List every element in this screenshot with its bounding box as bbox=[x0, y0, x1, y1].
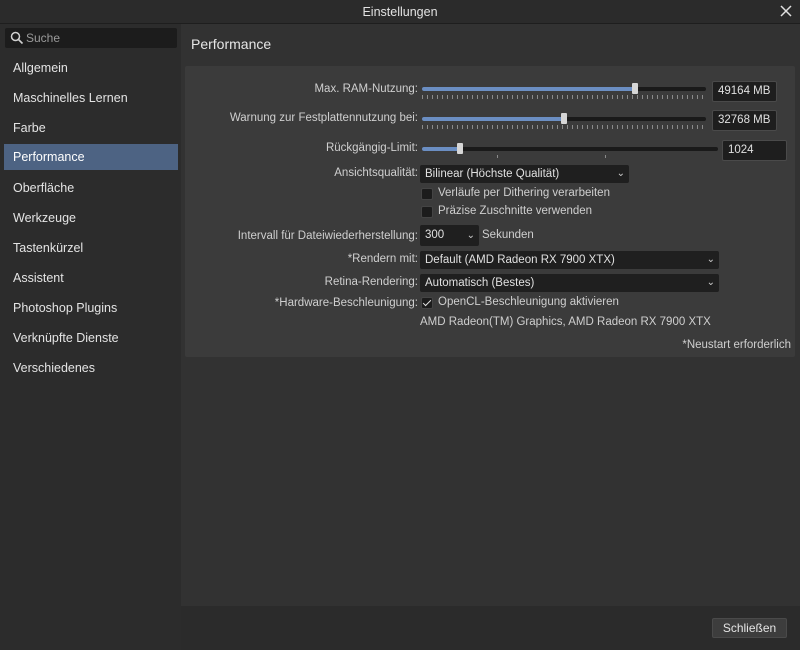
sidebar-item-maschinelles-lernen[interactable]: Maschinelles Lernen bbox=[4, 85, 178, 111]
slider-tick bbox=[605, 155, 606, 158]
search-box[interactable] bbox=[5, 28, 177, 48]
footer: Schließen bbox=[181, 606, 800, 650]
sidebar-item-photoshop-plugins[interactable]: Photoshop Plugins bbox=[4, 295, 178, 321]
close-icon[interactable] bbox=[778, 3, 794, 19]
sidebar-item-verschiedenes[interactable]: Verschiedenes bbox=[4, 355, 178, 381]
close-button[interactable]: Schließen bbox=[712, 618, 787, 638]
disk-warning-label: Warnung zur Festplattennutzung bei: bbox=[229, 112, 418, 124]
opencl-label: OpenCL-Beschleunigung aktivieren bbox=[438, 296, 619, 308]
chevron-down-icon: ⌄ bbox=[706, 277, 715, 288]
gpu-devices-text: AMD Radeon(TM) Graphics, AMD Radeon RX 7… bbox=[420, 316, 711, 328]
retina-label: Retina-Rendering: bbox=[324, 276, 418, 288]
slider-tick bbox=[497, 155, 498, 158]
recovery-interval-dropdown[interactable]: 300 ⌄ bbox=[420, 225, 479, 246]
sidebar-item-werkzeuge[interactable]: Werkzeuge bbox=[4, 205, 178, 231]
sidebar-item-assistent[interactable]: Assistent bbox=[4, 265, 178, 291]
restart-note: *Neustart erforderlich bbox=[682, 339, 791, 351]
search-icon bbox=[10, 31, 24, 45]
sidebar-item-performance[interactable]: Performance bbox=[4, 144, 178, 170]
render-with-label: *Rendern mit: bbox=[347, 253, 418, 265]
view-quality-dropdown[interactable]: Bilinear (Höchste Qualität) ⌄ bbox=[420, 165, 629, 183]
slider-knob[interactable] bbox=[632, 83, 638, 94]
precise-clip-checkbox[interactable] bbox=[421, 206, 433, 218]
ram-label: Max. RAM-Nutzung: bbox=[314, 83, 418, 95]
slider-ticks bbox=[422, 125, 706, 129]
dithering-checkbox[interactable] bbox=[421, 188, 433, 200]
opencl-checkbox[interactable] bbox=[421, 297, 433, 309]
slider-fill bbox=[422, 117, 564, 121]
chevron-down-icon: ⌄ bbox=[466, 230, 475, 241]
recovery-interval-unit: Sekunden bbox=[482, 229, 534, 241]
main-content: Performance Max. RAM-Nutzung: 49164 MB W… bbox=[181, 24, 800, 606]
retina-value: Automatisch (Bestes) bbox=[425, 277, 535, 289]
settings-panel: Max. RAM-Nutzung: 49164 MB Warnung zur F… bbox=[185, 66, 795, 357]
disk-warning-value[interactable]: 32768 MB bbox=[712, 110, 777, 131]
slider-ticks bbox=[422, 95, 706, 99]
dithering-label: Verläufe per Dithering verarbeiten bbox=[438, 187, 610, 199]
view-quality-value: Bilinear (Höchste Qualität) bbox=[425, 168, 560, 180]
sidebar-item-verknuepfte-dienste[interactable]: Verknüpfte Dienste bbox=[4, 325, 178, 351]
slider-knob[interactable] bbox=[561, 113, 567, 124]
sidebar-item-oberflaeche[interactable]: Oberfläche bbox=[4, 175, 178, 201]
search-input[interactable] bbox=[26, 30, 171, 46]
sidebar: Allgemein Maschinelles Lernen Farbe Perf… bbox=[0, 24, 181, 650]
slider-track bbox=[422, 147, 718, 151]
sidebar-item-tastenkuerzel[interactable]: Tastenkürzel bbox=[4, 235, 178, 261]
slider-fill bbox=[422, 87, 635, 91]
recovery-interval-value: 300 bbox=[425, 229, 445, 241]
ram-slider[interactable] bbox=[422, 82, 706, 99]
sidebar-item-farbe[interactable]: Farbe bbox=[4, 115, 178, 141]
chevron-down-icon: ⌄ bbox=[706, 254, 715, 265]
render-with-value: Default (AMD Radeon RX 7900 XTX) bbox=[425, 254, 615, 266]
hw-accel-label: *Hardware-Beschleunigung: bbox=[274, 297, 418, 309]
view-quality-label: Ansichtsqualität: bbox=[334, 167, 418, 179]
title-bar: Einstellungen bbox=[0, 0, 800, 24]
render-with-dropdown[interactable]: Default (AMD Radeon RX 7900 XTX) ⌄ bbox=[420, 251, 719, 269]
chevron-down-icon: ⌄ bbox=[616, 168, 625, 179]
undo-limit-slider[interactable] bbox=[422, 142, 718, 158]
ram-value[interactable]: 49164 MB bbox=[712, 81, 777, 102]
retina-dropdown[interactable]: Automatisch (Bestes) ⌄ bbox=[420, 274, 719, 292]
recovery-interval-label: Intervall für Dateiwiederherstellung: bbox=[237, 230, 418, 242]
slider-knob[interactable] bbox=[457, 143, 463, 154]
precise-clip-label: Präzise Zuschnitte verwenden bbox=[438, 205, 593, 217]
undo-limit-label: Rückgängig-Limit: bbox=[325, 142, 418, 154]
sidebar-item-allgemein[interactable]: Allgemein bbox=[4, 55, 178, 81]
page-title: Performance bbox=[191, 36, 272, 52]
disk-warning-slider[interactable] bbox=[422, 112, 706, 129]
window-title: Einstellungen bbox=[362, 5, 438, 19]
undo-limit-value[interactable]: 1024 bbox=[722, 140, 787, 161]
slider-fill bbox=[422, 147, 460, 151]
